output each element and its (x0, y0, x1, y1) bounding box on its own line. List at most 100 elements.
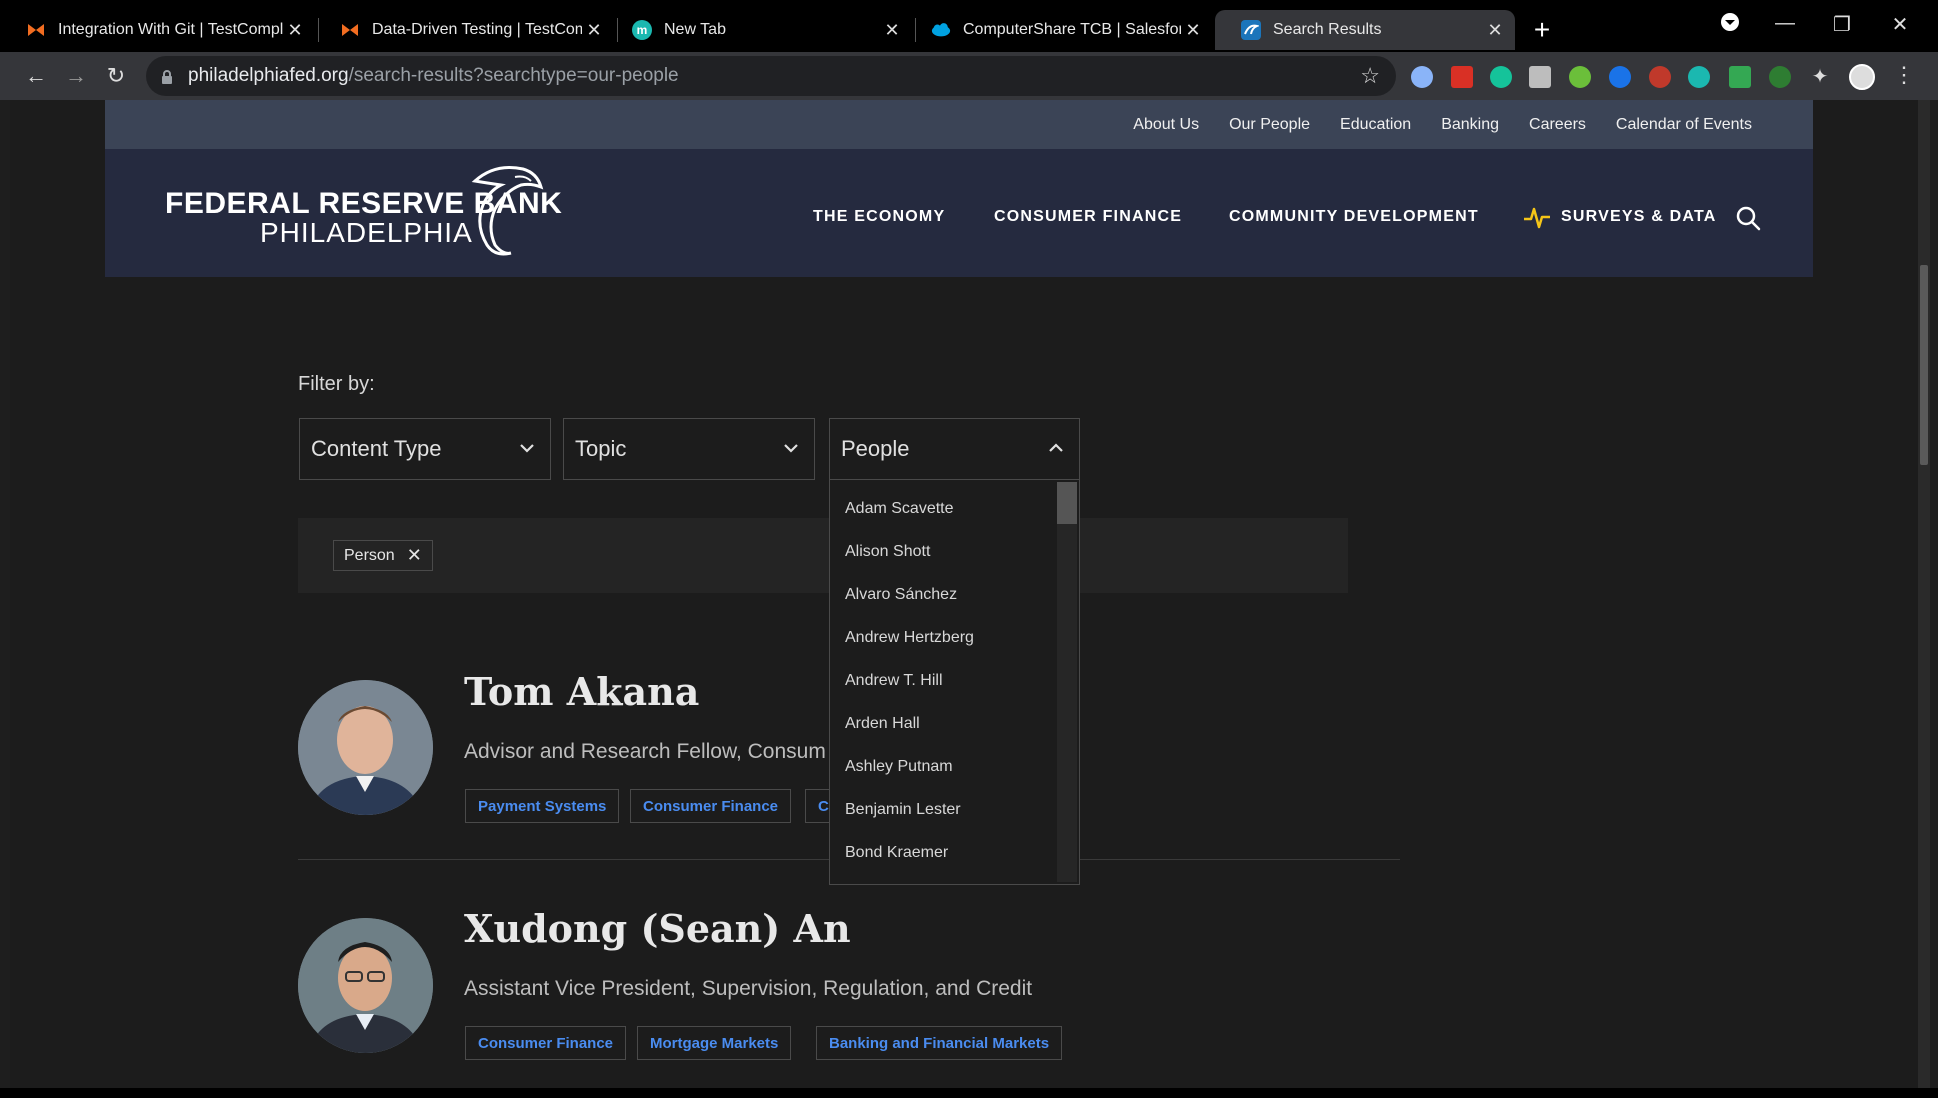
nav-the-economy[interactable]: THE ECONOMY (813, 208, 945, 226)
reload-button[interactable]: ↻ (100, 60, 132, 92)
dropdown-option[interactable]: Alvaro Sánchez (845, 586, 957, 604)
pulse-icon (1524, 207, 1550, 229)
extension-icon[interactable] (1609, 66, 1631, 88)
new-tab-button[interactable]: + (1527, 14, 1557, 46)
json-extension-icon[interactable] (1729, 66, 1751, 88)
lock-icon[interactable] (160, 69, 174, 84)
extension-icon[interactable] (1529, 66, 1551, 88)
nav-calendar[interactable]: Calendar of Events (1616, 116, 1752, 134)
minimize-button[interactable]: — (1765, 12, 1805, 35)
nav-consumer-finance[interactable]: CONSUMER FINANCE (994, 208, 1182, 226)
window-close-button[interactable]: ✕ (1880, 12, 1920, 37)
tab-search-results[interactable]: Search Results ✕ (1215, 10, 1515, 50)
people-select[interactable]: People (829, 418, 1080, 480)
extension-icon[interactable] (1411, 66, 1433, 88)
window-bottom-edge (0, 1088, 1938, 1098)
browser-toolbar: ← → ↻ philadelphiafed.org /search-result… (0, 52, 1938, 100)
person-photo-icon (298, 680, 433, 815)
puzzle-icon[interactable]: ✦ (1809, 66, 1831, 88)
profile-avatar[interactable] (1849, 64, 1875, 90)
dropdown-option[interactable]: Adam Scavette (845, 500, 954, 518)
topic-tag[interactable]: Banking and Financial Markets (816, 1026, 1063, 1060)
filter-label: Filter by: (298, 373, 375, 395)
extension-icon[interactable] (1569, 66, 1591, 88)
close-icon[interactable]: ✕ (582, 20, 606, 41)
person-title: Advisor and Research Fellow, Consum (464, 740, 826, 763)
avatar[interactable] (298, 918, 433, 1053)
nav-our-people[interactable]: Our People (1229, 116, 1310, 134)
extension-icon[interactable] (1769, 66, 1791, 88)
m-extension-icon[interactable] (1688, 66, 1710, 88)
m-icon: m (632, 20, 652, 40)
topic-tag[interactable]: Payment Systems (465, 789, 620, 823)
page-scroll-thumb[interactable] (1920, 265, 1928, 465)
nav-careers[interactable]: Careers (1529, 116, 1586, 134)
tab-salesforce[interactable]: ComputerShare TCB | Salesforce ✕ (905, 10, 1213, 50)
pdf-extension-icon[interactable] (1451, 66, 1473, 88)
topic-tag[interactable]: Consumer Finance (630, 789, 792, 823)
page-scrollbar[interactable] (1918, 100, 1930, 1088)
person-name[interactable]: Tom Akana (464, 669, 699, 714)
dropdown-option[interactable]: Arden Hall (845, 715, 920, 733)
back-button[interactable]: ← (20, 60, 52, 92)
topic-tag[interactable]: Consumer Finance (465, 1026, 627, 1060)
dropdown-option[interactable]: Andrew T. Hill (845, 672, 943, 690)
filter-chip-person[interactable]: Person ✕ (333, 540, 433, 571)
close-icon[interactable]: ✕ (283, 20, 307, 41)
salesforce-icon (931, 20, 951, 40)
nav-surveys-data[interactable]: SURVEYS & DATA (1561, 208, 1717, 226)
browser-window: Integration With Git | TestComple ✕ Data… (0, 0, 1938, 1098)
logo-text-line2: PHILADELPHIA (260, 217, 473, 248)
nav-education[interactable]: Education (1340, 116, 1411, 134)
url-path: /search-results?searchtype=our-people (348, 65, 679, 86)
avatar[interactable] (298, 680, 433, 815)
dropdown-option[interactable]: Alison Shott (845, 543, 930, 561)
person-name[interactable]: Xudong (Sean) An (464, 906, 851, 951)
dropdown-option[interactable]: Ashley Putnam (845, 758, 953, 776)
nav-community-development[interactable]: COMMUNITY DEVELOPMENT (1229, 208, 1479, 226)
people-dropdown-list: Adam Scavette Alison Shott Alvaro Sánche… (829, 480, 1080, 885)
grammarly-icon[interactable] (1490, 66, 1512, 88)
close-icon[interactable]: ✕ (1181, 20, 1205, 41)
dropdown-option[interactable]: Andrew Hertzberg (845, 629, 974, 647)
bookmark-star-icon[interactable]: ☆ (1360, 63, 1380, 89)
search-icon[interactable] (1735, 205, 1761, 231)
tab-search-button[interactable] (1710, 12, 1750, 38)
topic-tag[interactable]: Mortgage Markets (637, 1026, 792, 1060)
restore-button[interactable]: ❐ (1822, 12, 1862, 37)
eagle-icon (471, 166, 544, 256)
forward-button[interactable]: → (60, 60, 92, 92)
address-bar[interactable]: philadelphiafed.org /search-results?sear… (146, 56, 1396, 96)
chevron-down-icon (784, 444, 798, 453)
testcomplete-icon (26, 20, 46, 40)
close-icon[interactable]: ✕ (1483, 20, 1507, 41)
philly-fed-icon (1241, 20, 1261, 40)
tab-title: ComputerShare TCB | Salesforce (963, 21, 1181, 38)
dropdown-scrollbar[interactable] (1057, 482, 1077, 882)
testcomplete-icon (340, 20, 360, 40)
dropdown-option[interactable]: Bond Kraemer (845, 844, 948, 862)
nav-banking[interactable]: Banking (1441, 116, 1499, 134)
tab-integration-git[interactable]: Integration With Git | TestComple ✕ (0, 10, 315, 50)
select-label: Content Type (311, 436, 442, 461)
nav-about-us[interactable]: About Us (1133, 116, 1199, 134)
select-label: Topic (575, 436, 627, 461)
tab-strip: Integration With Git | TestComple ✕ Data… (0, 0, 1938, 52)
chip-label: Person (344, 546, 395, 564)
dropdown-option[interactable]: Benjamin Lester (845, 801, 961, 819)
tab-new-tab[interactable]: m New Tab ✕ (606, 10, 912, 50)
chevron-up-icon (1049, 443, 1063, 452)
content-type-select[interactable]: Content Type (299, 418, 551, 480)
active-filters-bar: Person ✕ (298, 518, 1348, 593)
close-icon[interactable]: ✕ (880, 20, 904, 41)
extension-icon[interactable] (1649, 66, 1671, 88)
url-host: philadelphiafed.org (188, 65, 349, 86)
dropdown-scroll-thumb[interactable] (1057, 482, 1077, 524)
menu-icon[interactable]: ⋮ (1893, 62, 1915, 88)
person-photo-icon (298, 918, 433, 1053)
select-label: People (841, 436, 910, 461)
tab-title: New Tab (664, 21, 726, 38)
close-icon[interactable]: ✕ (407, 545, 422, 566)
tab-data-driven[interactable]: Data-Driven Testing | TestComple ✕ (314, 10, 614, 50)
topic-select[interactable]: Topic (563, 418, 815, 480)
